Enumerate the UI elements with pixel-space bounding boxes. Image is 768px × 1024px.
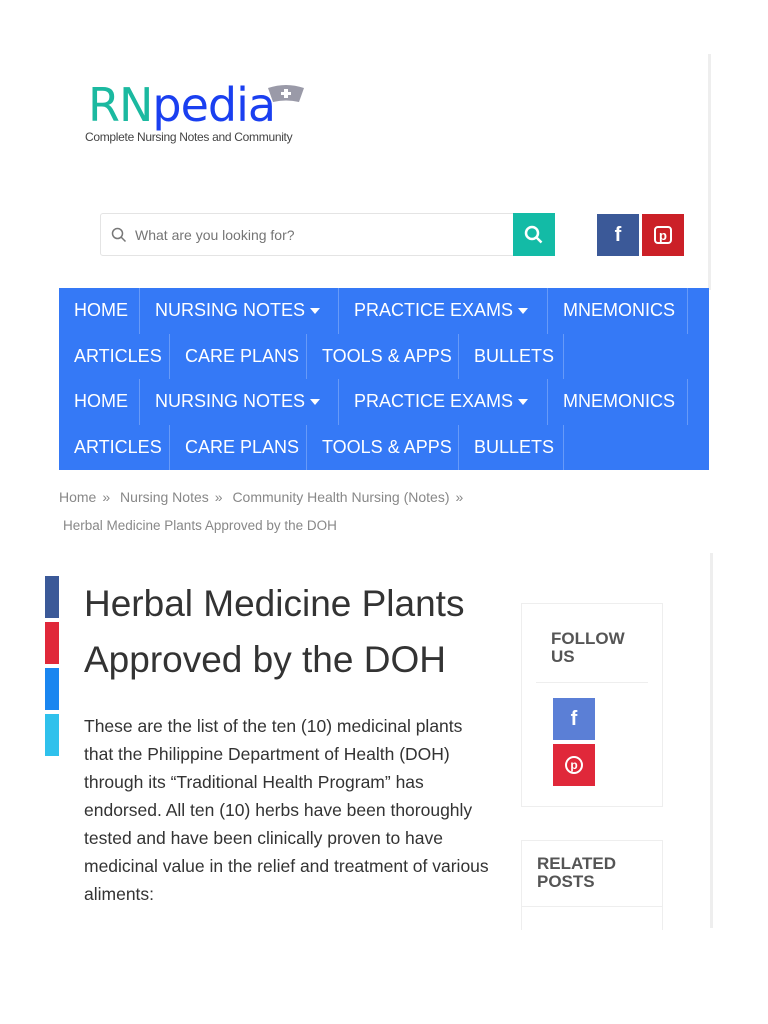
related-posts-title: RELATED POSTS [537,854,617,891]
nav-practice-exams[interactable]: PRACTICE EXAMS [339,288,548,334]
follow-us-title: FOLLOW US [551,629,625,666]
nav-care-plans[interactable]: CARE PLANS [170,424,307,470]
pinterest-icon: p [565,756,583,774]
nav-articles[interactable]: ARTICLES [59,333,170,379]
nav-home[interactable]: HOME [59,288,140,334]
breadcrumb-current: Herbal Medicine Plants Approved by the D… [63,518,337,533]
breadcrumb-separator-icon: » [102,489,111,505]
nav-label: NURSING NOTES [155,300,306,321]
nav-care-plans[interactable]: CARE PLANS [170,333,307,379]
nav-nursing-notes[interactable]: NURSING NOTES [140,379,339,425]
breadcrumb-nursing-notes[interactable]: Nursing Notes [120,489,209,505]
logo-rn: RN [88,78,153,132]
article-title: Herbal Medicine Plants Approved by the D… [84,583,465,680]
nav-mnemonics[interactable]: MNEMONICS [548,379,688,425]
follow-us-widget: FOLLOW US f p [521,603,663,807]
caret-down-icon [518,307,529,314]
search-button[interactable] [513,213,555,256]
nav-bullets[interactable]: BULLETS [459,424,564,470]
breadcrumb-community[interactable]: Community Health Nursing (Notes) [232,489,449,505]
content-divider [710,553,713,928]
breadcrumb-home[interactable]: Home [59,489,96,505]
nav-label: PRACTICE EXAMS [354,300,514,321]
nav-home[interactable]: HOME [59,379,140,425]
share-linkedin-button[interactable] [45,668,59,710]
nav-practice-exams[interactable]: PRACTICE EXAMS [339,379,548,425]
nav-mnemonics[interactable]: MNEMONICS [548,288,688,334]
facebook-icon: f [570,707,578,730]
search-icon [524,225,543,243]
nav-tools-apps[interactable]: TOOLS & APPS [307,333,459,379]
search-input[interactable] [135,226,495,243]
pinterest-icon: p [654,226,672,244]
search-icon [111,227,127,242]
caret-down-icon [310,307,321,314]
article-intro: These are the list of the ten (10) medic… [84,716,489,904]
caret-down-icon [518,398,529,405]
sidebar-pinterest-button[interactable]: p [553,744,595,786]
nav-tools-apps[interactable]: TOOLS & APPS [307,424,459,470]
main-nav: HOME NURSING NOTES PRACTICE EXAMS MNEMON… [59,288,709,470]
site-logo[interactable]: RNpedia Complete Nursing Notes and Commu… [85,78,304,144]
share-twitter-button[interactable] [45,714,59,756]
pinterest-button[interactable]: p [642,214,684,256]
sidebar-facebook-button[interactable]: f [553,698,595,740]
caret-down-icon [310,398,321,405]
nav-nursing-notes[interactable]: NURSING NOTES [140,288,339,334]
related-posts-widget: RELATED POSTS [521,840,663,930]
search-box[interactable] [100,213,514,256]
breadcrumb-separator-icon: » [214,489,223,505]
share-pinterest-button[interactable] [45,622,59,664]
nav-bullets[interactable]: BULLETS [459,333,564,379]
breadcrumb: Home » Nursing Notes » Community Health Nu… [59,489,469,505]
facebook-button[interactable]: f [597,214,639,256]
nav-label: NURSING NOTES [155,391,306,412]
share-facebook-button[interactable] [45,576,59,618]
logo-pedia: pedia [152,78,276,132]
nav-label: PRACTICE EXAMS [354,391,514,412]
facebook-icon: f [614,223,622,246]
logo-tagline: Complete Nursing Notes and Community [85,130,293,144]
breadcrumb-separator-icon: » [455,489,464,505]
nurse-cap-icon [268,85,304,102]
nav-articles[interactable]: ARTICLES [59,424,170,470]
